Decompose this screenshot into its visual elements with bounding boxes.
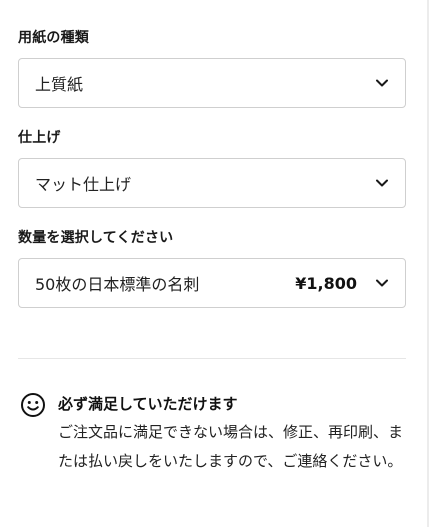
chevron-down-icon: [376, 179, 388, 187]
chevron-down-icon: [376, 279, 388, 287]
section-divider: [18, 358, 406, 359]
quantity-price: ¥1,800: [295, 273, 357, 293]
paper-type-value: 上質紙: [35, 75, 84, 94]
guarantee-body: ご注文品に満足できない場合は、修正、再印刷、または払い戻しをいたしますので、ご連…: [58, 423, 404, 470]
finish-value: マット仕上げ: [35, 175, 132, 194]
finish-label: 仕上げ: [18, 130, 61, 146]
smile-icon: [21, 393, 45, 417]
product-options-panel: 用紙の種類 上質紙 仕上げ マット仕上げ 数量を選択してください 50枚の日本標…: [0, 0, 429, 527]
paper-type-label: 用紙の種類: [18, 30, 89, 46]
quantity-value: 50枚の日本標準の名刺: [35, 275, 200, 294]
chevron-down-icon: [376, 79, 388, 87]
quantity-select[interactable]: 50枚の日本標準の名刺 ¥1,800: [18, 258, 406, 308]
guarantee-title: 必ず満足していただけます: [58, 395, 238, 413]
paper-type-select[interactable]: 上質紙: [18, 58, 406, 108]
quantity-label: 数量を選択してください: [18, 230, 174, 246]
finish-select[interactable]: マット仕上げ: [18, 158, 406, 208]
